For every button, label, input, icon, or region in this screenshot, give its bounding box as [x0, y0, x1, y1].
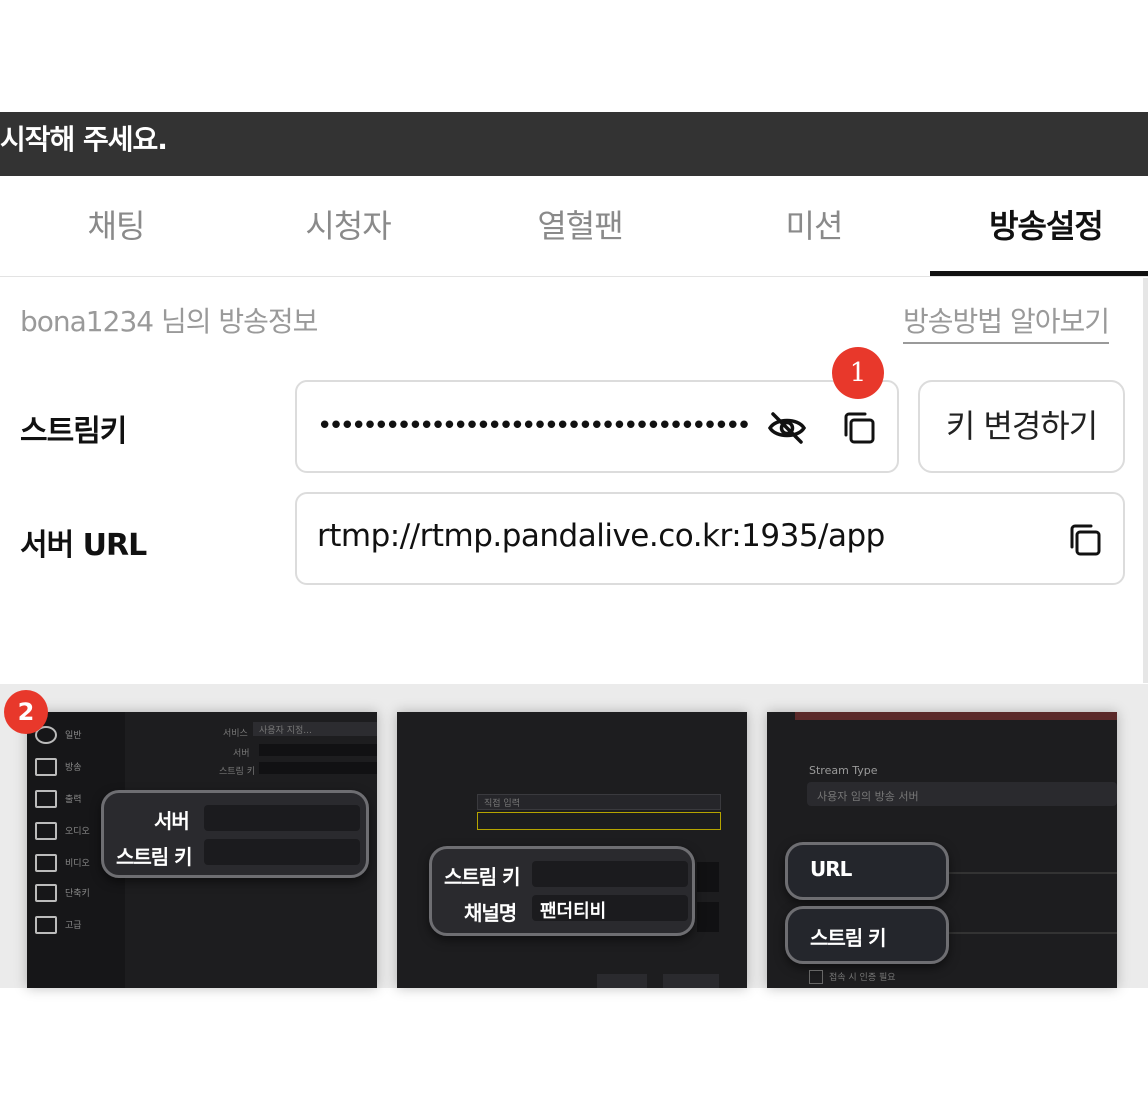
eye-off-icon[interactable]	[767, 408, 807, 448]
copy-icon[interactable]	[839, 408, 879, 448]
tab-chat[interactable]: 채팅	[0, 176, 232, 276]
tools-icon: 고급	[35, 916, 125, 938]
server-url-value: rtmp://rtmp.pandalive.co.kr:1935/app	[317, 518, 885, 554]
scrollbar[interactable]	[1143, 278, 1148, 683]
obs-callout: 서버 스트림 키	[101, 790, 369, 878]
stream-key-field[interactable]: ••••••••••••••••••••••••••••••••••••••••…	[295, 380, 899, 473]
guide-panel-prism: Stream Type 사용자 임의 방송 서버 URL 스트림 키 접속 시 …	[767, 712, 1117, 988]
notice-text: 시작해 주세요.	[0, 123, 168, 156]
guide-panel-xsplit: 직접 입력 스트림 키 채널명 팬더티비	[397, 712, 747, 988]
step-badge-1: 1	[832, 347, 884, 399]
tab-mission[interactable]: 미션	[696, 176, 932, 276]
stream-key-value: ••••••••••••••••••••••••••••••••••••••••…	[317, 411, 749, 441]
change-key-button[interactable]: 키 변경하기	[918, 380, 1125, 473]
step-badge-2: 2	[4, 690, 48, 734]
guide-panel-obs: 일반 방송 출력 오디오 비디오 단축키 고급 서비스 서버 스트림 키 사용자…	[27, 712, 377, 988]
tab-bar: 채팅 시청자 열혈팬 미션 방송설정	[0, 176, 1148, 277]
copy-url-icon[interactable]	[1065, 520, 1105, 560]
how-to-broadcast-link[interactable]: 방송방법 알아보기	[903, 300, 1110, 344]
active-tab-indicator	[930, 271, 1148, 276]
stream-key-callout: 스트림 키	[785, 906, 949, 964]
keyboard-icon: 단축키	[35, 884, 125, 906]
xsplit-callout: 스트림 키 채널명 팬더티비	[429, 846, 695, 936]
tab-broadcast-settings[interactable]: 방송설정	[930, 176, 1148, 276]
tab-fans[interactable]: 열혈팬	[464, 176, 696, 276]
gear-icon: 일반	[35, 726, 125, 748]
auth-checkbox	[809, 970, 823, 984]
server-url-label: 서버 URL	[20, 528, 147, 563]
broadcast-icon: 방송	[35, 758, 125, 780]
stream-key-label: 스트림키	[20, 414, 127, 449]
notice-bar: 시작해 주세요.	[0, 112, 1148, 176]
url-callout: URL	[785, 842, 949, 900]
server-url-field[interactable]: rtmp://rtmp.pandalive.co.kr:1935/app	[295, 492, 1125, 585]
broadcast-info-title: bona1234 님의 방송정보	[20, 305, 318, 338]
tab-viewers[interactable]: 시청자	[232, 176, 464, 276]
